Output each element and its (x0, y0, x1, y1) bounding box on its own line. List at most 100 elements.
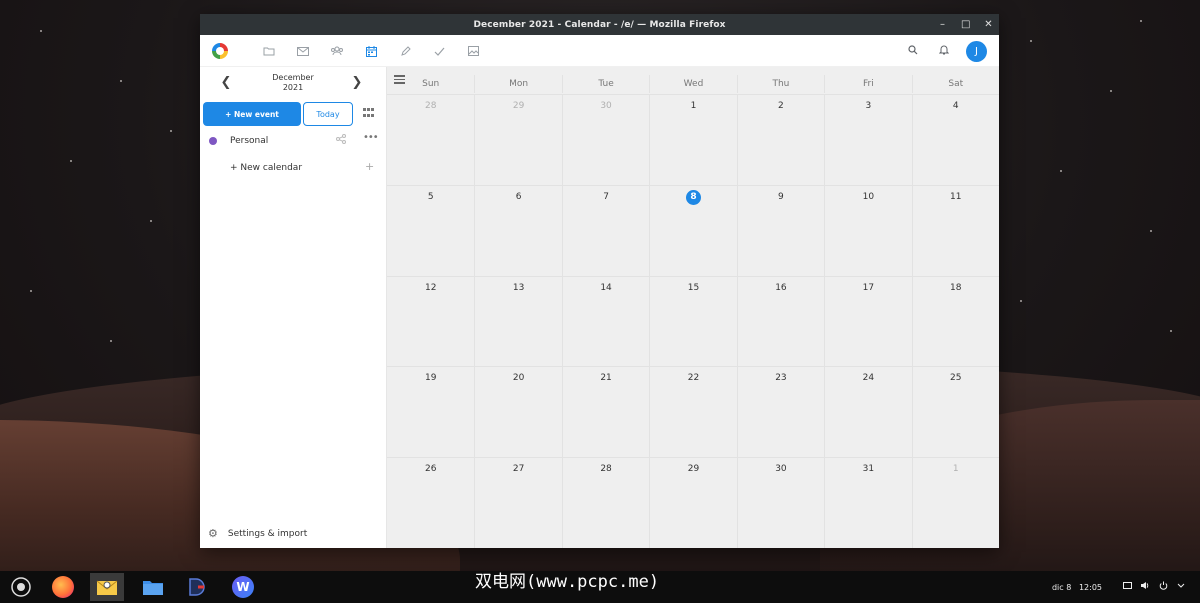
calendar-name: Personal (230, 136, 269, 146)
day-number-text: 16 (775, 282, 787, 293)
day-cell[interactable]: 5 (387, 186, 474, 276)
calendar-item-personal[interactable]: Personal ••• (200, 131, 386, 151)
volume-icon[interactable] (1140, 581, 1150, 593)
minimize-icon[interactable]: – (938, 19, 947, 30)
maximize-icon[interactable]: □ (961, 19, 970, 30)
day-number-text: 22 (687, 373, 700, 384)
day-cell[interactable]: 17 (824, 276, 911, 367)
weekday-label: Sat (911, 75, 999, 93)
weeks: 28 29 30 1 2 3 4 5 6 7 8 9 10 11 12 13 14 15 16 17 18 19 20 21 2… (387, 94, 999, 548)
weekday-header: Sun Mon Tue Wed Thu Fri Sat (387, 75, 999, 93)
settings-import-link[interactable]: ⚙ Settings & import (208, 527, 307, 540)
folder-icon[interactable] (252, 35, 286, 67)
today-button[interactable]: Today (303, 102, 353, 126)
day-cell[interactable]: 15 (649, 276, 736, 367)
tasks-icon[interactable] (422, 35, 456, 67)
firefox-window: December 2021 - Calendar - /e/ — Mozilla… (200, 14, 999, 548)
view-grid-icon[interactable] (363, 108, 374, 118)
day-cell[interactable]: 1 (911, 458, 999, 548)
day-cell[interactable]: 23 (736, 367, 824, 458)
media-player-icon[interactable] (180, 573, 214, 601)
add-calendar-icon[interactable]: + (365, 160, 374, 173)
day-cell[interactable]: 25 (911, 367, 999, 458)
day-number-text: 15 (687, 282, 700, 293)
day-cell[interactable]: 29 (649, 458, 736, 548)
month-navigator: ❮ December 2021 ❯ (200, 67, 386, 100)
week-row: 28 29 30 1 2 3 4 (387, 94, 999, 185)
chevron-down-icon[interactable] (1176, 582, 1186, 592)
day-cell[interactable]: 21 (561, 367, 649, 458)
day-cell[interactable]: 28 (561, 458, 649, 548)
weekday-label: Wed (649, 75, 736, 93)
day-number: 6 (475, 191, 561, 203)
day-cell[interactable]: 7 (561, 185, 649, 276)
power-icon[interactable] (1158, 581, 1168, 593)
day-cell[interactable]: 6 (474, 185, 561, 276)
day-number-text: 8 (685, 189, 701, 205)
day-cell-today[interactable]: 8 (649, 185, 736, 276)
day-cell[interactable]: 9 (736, 185, 824, 276)
day-cell[interactable]: 31 (824, 458, 911, 548)
day-number: 8 (650, 189, 736, 205)
day-number-text: 26 (424, 464, 437, 475)
day-cell[interactable]: 4 (911, 95, 999, 185)
day-cell[interactable]: 19 (387, 367, 474, 457)
day-cell[interactable]: 29 (474, 95, 561, 185)
day-cell[interactable]: 11 (911, 185, 999, 276)
day-cell[interactable]: 14 (561, 276, 649, 367)
day-cell[interactable]: 1 (649, 95, 736, 185)
new-event-button[interactable]: + New event (203, 102, 301, 126)
day-number-text: 14 (600, 282, 612, 293)
chevron-right-icon[interactable]: ❯ (350, 75, 364, 90)
screen-icon[interactable] (1122, 581, 1132, 593)
day-number-text: 21 (600, 373, 612, 384)
day-cell[interactable]: 10 (824, 185, 911, 276)
day-number-text: 24 (862, 373, 875, 384)
day-cell[interactable]: 12 (387, 277, 474, 367)
day-cell[interactable]: 27 (474, 458, 561, 548)
notes-icon[interactable] (388, 35, 422, 67)
day-cell[interactable]: 30 (736, 458, 824, 548)
day-number-text: 6 (515, 191, 522, 202)
day-number: 12 (387, 282, 474, 294)
day-number-text: 9 (778, 191, 784, 202)
day-cell[interactable]: 22 (649, 367, 736, 458)
day-cell[interactable]: 30 (561, 95, 649, 185)
sidebar: ❮ December 2021 ❯ + New event Today Pers… (200, 67, 387, 548)
files-icon[interactable] (136, 573, 170, 601)
contacts-icon[interactable] (320, 35, 354, 67)
day-cell[interactable]: 28 (387, 95, 474, 185)
calendar-icon[interactable] (354, 35, 388, 67)
e-logo[interactable] (212, 43, 228, 59)
search-icon[interactable] (904, 44, 921, 58)
new-calendar-link[interactable]: + New calendar (230, 163, 302, 173)
day-cell[interactable]: 26 (387, 458, 474, 548)
day-cell[interactable]: 18 (911, 276, 999, 367)
day-cell[interactable]: 2 (736, 95, 824, 185)
writer-icon[interactable]: W (226, 573, 260, 601)
bell-icon[interactable] (935, 44, 952, 58)
window-titlebar: December 2021 - Calendar - /e/ — Mozilla… (200, 14, 999, 35)
week-row: 19 20 21 22 23 24 25 (387, 366, 999, 458)
day-cell[interactable]: 20 (474, 367, 561, 458)
day-number: 28 (563, 463, 649, 475)
avatar[interactable]: J (966, 40, 987, 62)
launcher-icon[interactable] (4, 573, 38, 601)
day-cell[interactable]: 24 (824, 367, 911, 458)
day-cell[interactable]: 16 (736, 276, 824, 367)
close-icon[interactable]: ✕ (984, 19, 993, 30)
mail-app-icon[interactable] (90, 573, 124, 601)
photos-icon[interactable] (456, 35, 490, 67)
day-number-text: 1 (690, 101, 697, 111)
day-cell[interactable]: 3 (824, 95, 911, 185)
day-number: 18 (913, 282, 999, 294)
day-number: 31 (825, 463, 911, 475)
day-cell[interactable]: 13 (474, 276, 561, 367)
day-number-text: 28 (424, 101, 437, 111)
clock[interactable]: dic 8 12:05 (1052, 583, 1102, 592)
more-options-icon[interactable]: ••• (363, 132, 379, 143)
day-number: 4 (913, 100, 999, 112)
mail-icon[interactable] (286, 35, 320, 67)
firefox-icon[interactable] (46, 573, 80, 601)
share-icon[interactable] (336, 134, 346, 147)
